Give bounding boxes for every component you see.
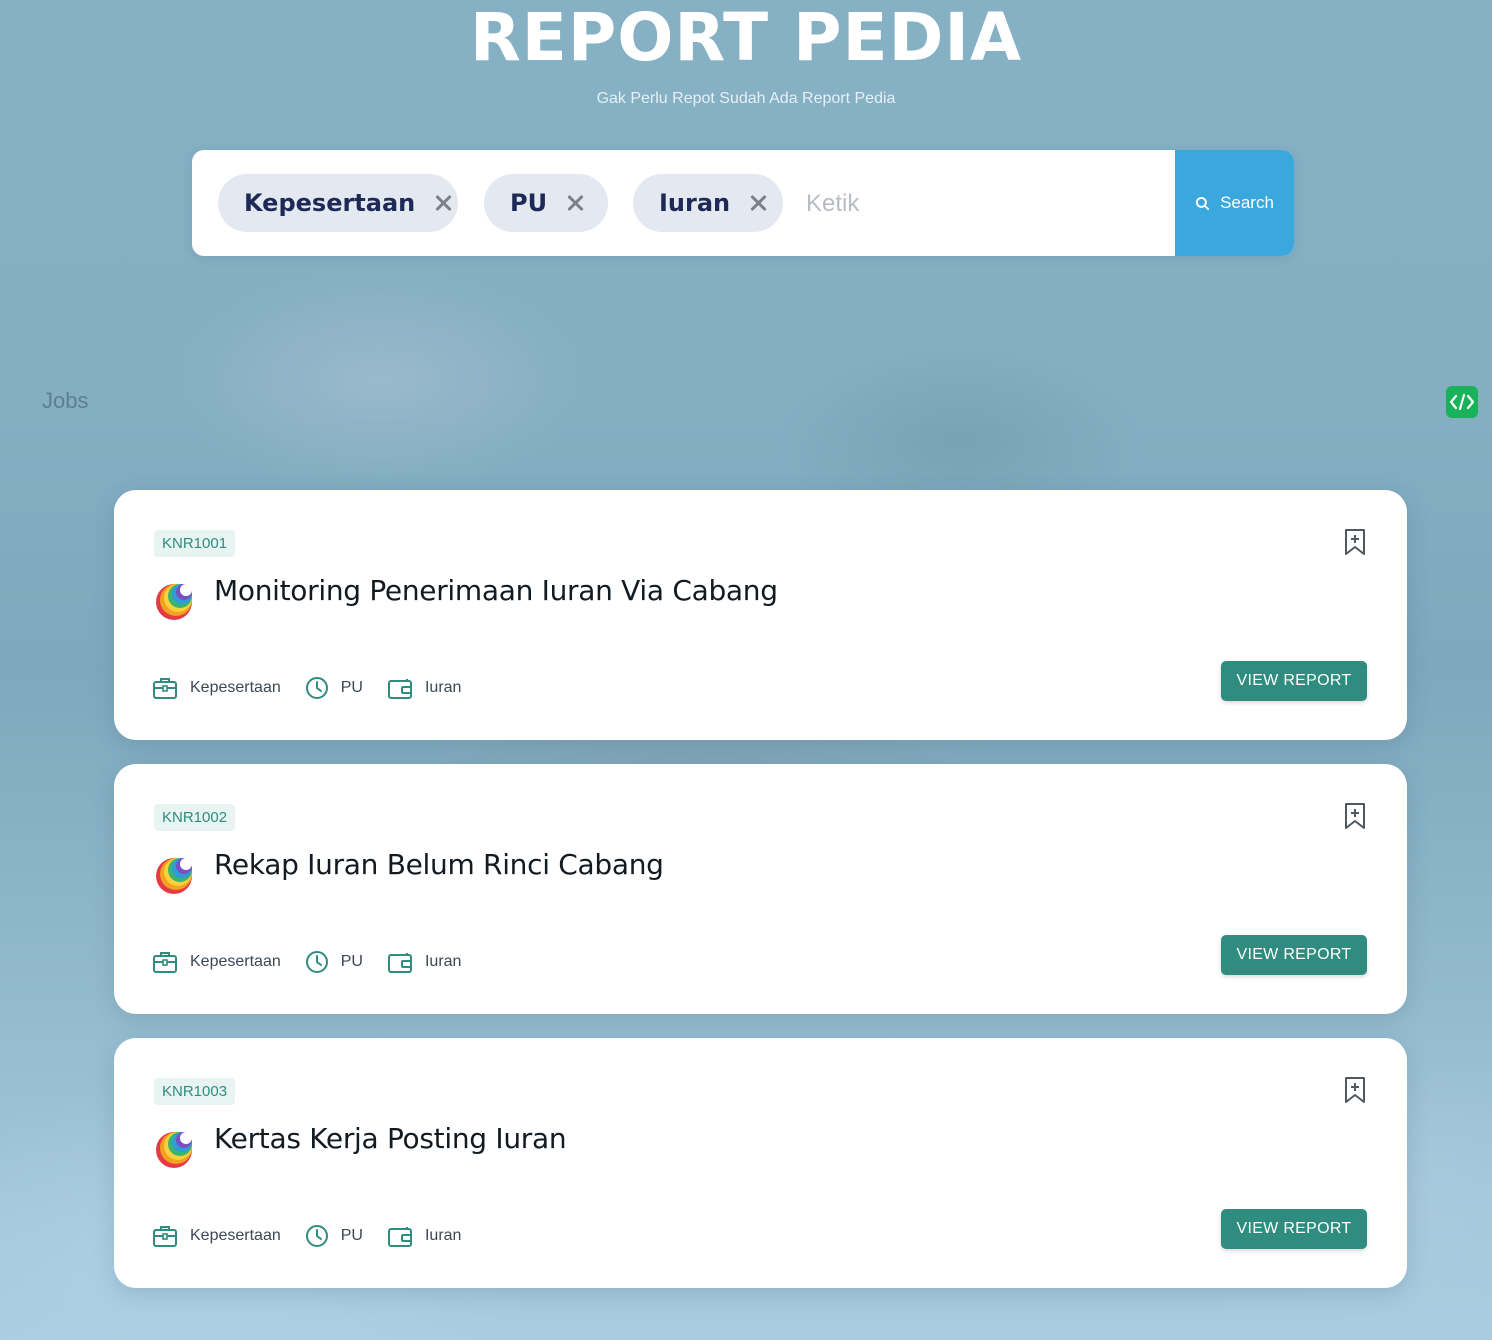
view-report-button[interactable]: VIEW REPORT — [1221, 935, 1367, 975]
search-bar: Kepesertaan PU Iuran Search — [192, 150, 1294, 256]
meta-department: Kepesertaan — [152, 1224, 281, 1248]
meta-category: Iuran — [387, 950, 461, 974]
meta-category-label: Iuran — [424, 953, 462, 970]
briefcase-icon — [153, 1226, 177, 1247]
filter-chip-pu[interactable]: PU — [484, 174, 608, 232]
rainbow-logo-icon — [156, 858, 192, 894]
search-input[interactable] — [804, 183, 1158, 225]
close-icon[interactable] — [748, 193, 757, 213]
meta-department-label: Kepesertaan — [190, 1227, 281, 1244]
bookmark-add-icon[interactable] — [1343, 802, 1367, 830]
view-report-button[interactable]: VIEW REPORT — [1221, 661, 1367, 701]
meta-type: PU — [305, 1224, 363, 1248]
filter-chip-iuran[interactable]: Iuran — [633, 174, 783, 232]
job-title[interactable]: Rekap Iuran Belum Rinci Cabang — [214, 848, 664, 881]
clock-icon — [305, 951, 328, 973]
bookmark-add-icon[interactable] — [1343, 528, 1367, 556]
job-meta: Kepesertaan PU Iuran — [152, 676, 485, 700]
filter-chip-kepesertaan[interactable]: Kepesertaan — [218, 174, 458, 232]
wallet-icon — [387, 679, 412, 699]
briefcase-icon — [153, 678, 177, 699]
wallet-icon — [387, 1227, 412, 1247]
meta-department-label: Kepesertaan — [190, 679, 281, 696]
job-title[interactable]: Kertas Kerja Posting Iuran — [214, 1122, 567, 1155]
close-icon[interactable] — [565, 193, 582, 213]
clock-icon — [305, 1225, 328, 1247]
filter-chip-label: Kepesertaan — [244, 189, 416, 217]
job-card: KNR1003 Kertas Kerja Posting Iuran Kepes… — [114, 1038, 1407, 1288]
search-button[interactable]: Search — [1175, 150, 1294, 256]
rainbow-logo-icon — [156, 1132, 192, 1168]
job-card: KNR1001 Monitoring Penerimaan Iuran Via … — [114, 490, 1407, 740]
app-title: REPORT PEDIA — [469, 0, 1023, 76]
job-card: KNR1002 Rekap Iuran Belum Rinci Cabang K… — [114, 764, 1407, 1014]
meta-category-label: Iuran — [424, 1227, 462, 1244]
meta-type-label: PU — [340, 679, 363, 696]
meta-department: Kepesertaan — [152, 676, 281, 700]
briefcase-icon — [153, 952, 177, 973]
job-code-badge: KNR1003 — [154, 1078, 236, 1105]
rainbow-logo-icon — [156, 584, 192, 620]
filter-chip-label: PU — [510, 189, 548, 217]
code-icon — [1449, 393, 1475, 411]
bookmark-add-icon[interactable] — [1343, 1076, 1367, 1104]
clock-icon — [305, 677, 328, 699]
job-title[interactable]: Monitoring Penerimaan Iuran Via Cabang — [214, 574, 778, 607]
section-title-jobs: Jobs — [42, 388, 89, 413]
job-meta: Kepesertaan PU Iuran — [152, 1224, 485, 1248]
filter-chip-label: Iuran — [659, 189, 731, 217]
meta-category-label: Iuran — [424, 679, 462, 696]
meta-type-label: PU — [340, 1227, 363, 1244]
meta-type: PU — [305, 676, 363, 700]
meta-department-label: Kepesertaan — [190, 953, 281, 970]
meta-category: Iuran — [387, 676, 461, 700]
code-badge[interactable] — [1446, 386, 1478, 418]
job-code-badge: KNR1002 — [154, 804, 236, 831]
app-subtitle: Gak Perlu Repot Sudah Ada Report Pedia — [596, 90, 896, 107]
job-meta: Kepesertaan PU Iuran — [152, 950, 485, 974]
job-code-badge: KNR1001 — [154, 530, 236, 557]
meta-department: Kepesertaan — [152, 950, 281, 974]
search-icon — [1196, 196, 1210, 210]
meta-type-label: PU — [340, 953, 363, 970]
search-button-label: Search — [1220, 193, 1274, 212]
meta-type: PU — [305, 950, 363, 974]
wallet-icon — [387, 953, 412, 973]
meta-category: Iuran — [387, 1224, 461, 1248]
view-report-button[interactable]: VIEW REPORT — [1221, 1209, 1367, 1249]
